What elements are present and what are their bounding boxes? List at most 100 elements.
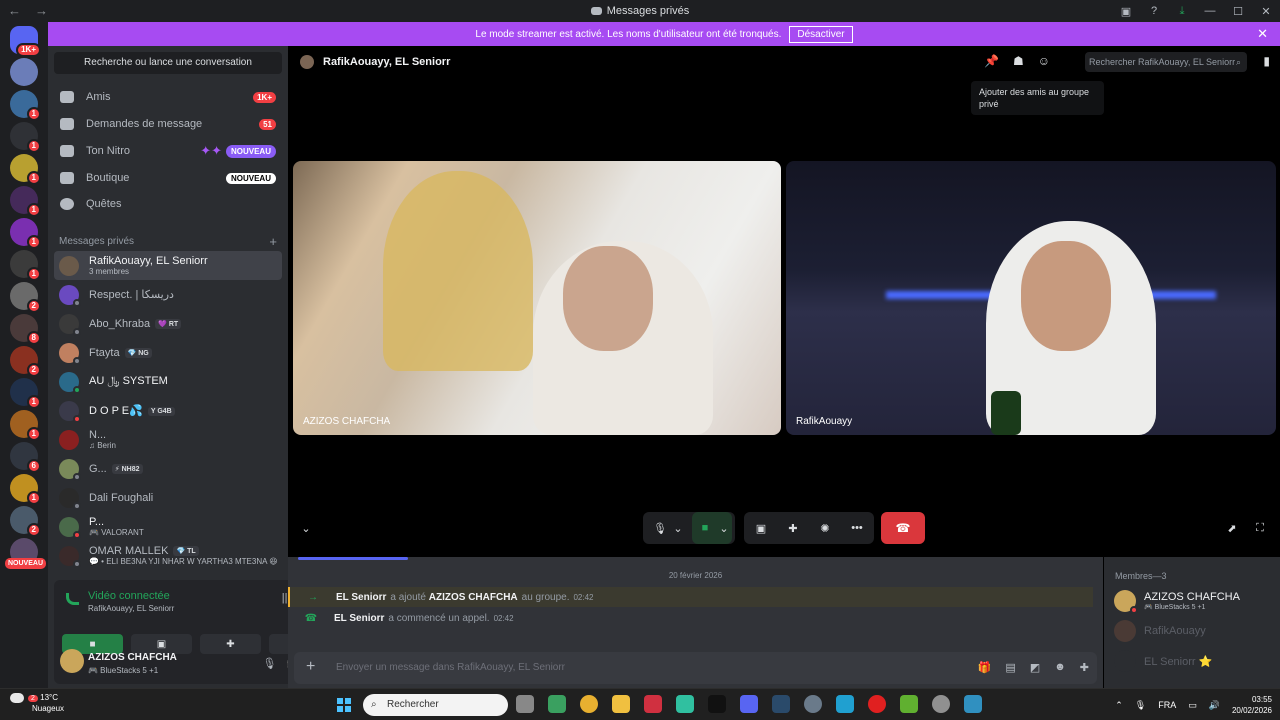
server-icon[interactable]: 8 [10,314,41,345]
user-name[interactable]: AZIZOS CHAFCHA [88,652,177,663]
task-view-icon[interactable] [516,695,534,713]
server-icon[interactable]: 1 [10,186,41,217]
create-dm-icon[interactable]: + [269,234,277,249]
dm-item[interactable]: OMAR MALLEK 💎 TL 💬 • ELI BE3NA YJI NHAR W … [54,541,282,570]
close-window-icon[interactable]: ✕ [1252,5,1280,18]
dm-item[interactable]: Ftayta 💎 NG [54,338,282,367]
soundboard-icon[interactable]: ✺ [816,512,834,544]
dm-item[interactable]: Respect. | دريسكا [54,280,282,309]
new-servers-pill[interactable]: NOUVEAU [5,558,47,569]
member-item[interactable]: EL Seniorr ⭐ [1114,647,1274,675]
dm-item[interactable]: AU ﷼ SYSTEM [54,367,282,396]
message-composer[interactable]: + Envoyer un message dans RafikAouayy, E… [294,652,1097,684]
attach-plus-icon[interactable]: + [306,658,315,676]
discord-taskbar-icon[interactable] [740,695,758,713]
server-icon[interactable]: 6 [10,442,41,473]
gift-icon[interactable]: 🎁 [978,661,992,674]
popout-icon[interactable]: ⬈ [1224,512,1240,544]
sticker-icon[interactable]: ◩ [1030,661,1040,674]
video-tile[interactable]: AZIZOS CHAFCHA [293,161,781,435]
taskbar-search[interactable]: ⌕ Rechercher [363,694,508,716]
camera-options-chevron-icon[interactable]: ⌄ [718,512,730,544]
pin-icon[interactable]: 📌 [984,54,999,68]
apps-icon[interactable]: ✚ [1080,661,1089,674]
server-icon[interactable]: 1 [10,410,41,441]
app-icon[interactable] [836,695,854,713]
home-button[interactable]: 1K+ [10,26,41,57]
nav-quests[interactable]: Quêtes [54,191,282,217]
server-icon[interactable]: 1 [10,378,41,409]
nav-friends[interactable]: Amis 1K+ [54,84,282,110]
opera-icon[interactable] [868,695,886,713]
server-icon[interactable]: 1 [10,474,41,505]
server-icon[interactable]: 1 [10,154,41,185]
screen-share-icon[interactable]: ▣ [1112,5,1140,18]
server-icon[interactable]: 1 [10,218,41,249]
members-icon[interactable]: ☺ [1038,54,1050,68]
signal-icon[interactable] [66,593,79,605]
app-icon[interactable] [932,695,950,713]
avatar[interactable] [60,649,84,673]
weather-widget[interactable]: 2 13°C Nuageux [10,693,64,714]
language[interactable]: FRA [1158,700,1176,710]
microphone-icon[interactable]: 🎙 [262,657,276,670]
microphone-icon[interactable]: 🎙 [1135,700,1146,711]
video-tile[interactable]: RafikAouayy [786,161,1276,435]
network-icon[interactable]: ▭ [1188,700,1197,711]
server-icon[interactable]: 2 [10,346,41,377]
bluestacks-icon[interactable] [900,695,918,713]
collapse-chevron-icon[interactable]: ⌄ [298,512,314,544]
download-icon[interactable]: ⤓ [1168,5,1196,18]
volume-icon[interactable]: 🔊 [1209,700,1220,711]
voice-channel[interactable]: RafikAouayy, EL Seniorr [88,604,174,613]
server-icon[interactable]: 2 [10,282,41,313]
member-item[interactable]: RafikAouayy [1114,617,1274,645]
minimize-icon[interactable]: — [1196,5,1224,17]
nav-shop[interactable]: Boutique NOUVEAU [54,165,282,191]
file-explorer-icon[interactable] [612,695,630,713]
end-call-button[interactable]: ☎ [881,512,925,544]
message-author[interactable]: EL Seniorr [336,592,386,603]
more-options-icon[interactable]: ••• [848,512,866,544]
server-icon[interactable]: 2 [10,506,41,537]
dm-item[interactable]: D O P E💦 Y G4B [54,396,282,425]
message-author[interactable]: EL Seniorr [334,613,384,624]
dm-item[interactable]: N... ♫ Berin [54,425,282,454]
app-icon[interactable] [548,695,566,713]
chrome-icon[interactable] [580,695,598,713]
find-conversation-button[interactable]: Recherche ou lance une conversation [54,52,282,74]
capcut-icon[interactable] [708,695,726,713]
steam-icon[interactable] [772,695,790,713]
channel-search-input[interactable]: Rechercher RafikAouayy, EL Seniorr ⌕ [1085,52,1247,72]
windows-start-icon[interactable] [337,698,351,712]
nav-nitro[interactable]: Ton Nitro ✦✦ NOUVEAU [54,138,282,164]
server-icon[interactable]: 1 [10,90,41,121]
maximize-icon[interactable]: ☐ [1224,5,1252,18]
dm-item[interactable]: P... 🎮 VALORANT [54,512,282,541]
channel-title[interactable]: RafikAouayy, EL Seniorr [323,56,450,68]
server-icon[interactable] [10,58,38,86]
activities-icon[interactable]: ✚ [784,512,802,544]
screen-share-icon[interactable]: ▣ [752,512,770,544]
member-item[interactable]: AZIZOS CHAFCHA 🎮 BlueStacks 5 +1 [1114,587,1274,615]
close-banner-icon[interactable]: ✕ [1257,26,1268,42]
nav-message-requests[interactable]: Demandes de message 51 [54,111,282,137]
app-icon[interactable] [676,695,694,713]
scroll-indicator[interactable] [298,557,408,560]
help-icon[interactable]: ? [1140,5,1168,17]
inbox-icon[interactable]: ▮ [1263,54,1270,68]
server-icon[interactable]: 1 [10,122,41,153]
app-icon[interactable] [644,695,662,713]
chevron-up-icon[interactable]: ⌃ [1115,700,1123,711]
voice-status[interactable]: Vidéo connectée [88,590,170,602]
add-friend-icon[interactable]: ☗ [1013,54,1024,68]
dm-item[interactable]: Abo_Khraba 💜 RT [54,309,282,338]
clock[interactable]: 03:55 20/02/2026 [1232,694,1272,716]
message-target[interactable]: AZIZOS CHAFCHA [429,592,518,603]
settings-icon[interactable] [804,695,822,713]
app-icon[interactable] [964,695,982,713]
dm-item[interactable]: Dali Foughali [54,483,282,512]
camera-icon[interactable]: ■ [698,512,712,544]
gif-icon[interactable]: ▤ [1005,661,1015,674]
microphone-button[interactable]: 🎙 [651,512,669,544]
